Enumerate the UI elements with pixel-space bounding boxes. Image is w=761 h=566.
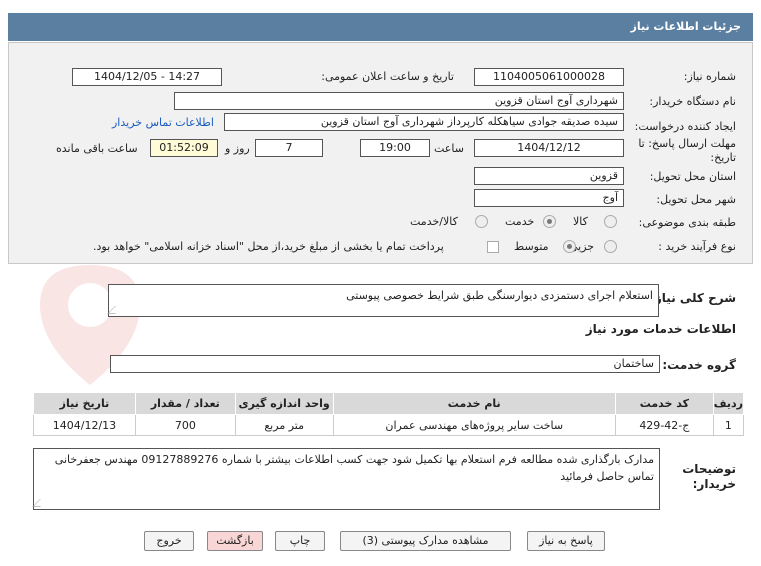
buyer-org-field[interactable]: شهرداری آوج استان قزوین — [174, 92, 624, 110]
category-service-label: خدمت — [505, 215, 535, 228]
treasury-note: پرداخت تمام یا بخشی از مبلغ خرید،از محل … — [93, 240, 444, 253]
deadline-time-field[interactable]: 19:00 — [360, 139, 430, 157]
cell-code: ج-42-429 — [614, 414, 714, 436]
notes-label-buyer: خریدار: — [692, 477, 736, 491]
announce-label: تاریخ و ساعت اعلان عمومی: — [321, 70, 454, 83]
time-label: ساعت — [434, 142, 464, 155]
deadline-label-date: تاریخ: — [710, 151, 736, 164]
province-label: استان محل تحویل: — [649, 170, 736, 183]
table-header-row: ردیف کد خدمت نام خدمت واحد اندازه گیری ت… — [33, 392, 745, 415]
page-title: جزئیات اطلاعات نیاز — [8, 13, 753, 41]
table-row[interactable]: 1 ج-42-429 ساخت سایر پروژه‌های مهندسی عم… — [33, 414, 745, 436]
category-label: طبقه بندی موضوعی: — [638, 216, 736, 229]
exit-button[interactable]: خروج — [144, 531, 194, 551]
category-goods-radio[interactable] — [604, 215, 617, 228]
days-field[interactable]: 7 — [255, 139, 323, 157]
announce-datetime-field[interactable]: 1404/12/05 - 14:27 — [72, 68, 222, 86]
summary-text: استعلام اجرای دستمزدی دیوارسنگی طبق شرای… — [346, 289, 653, 302]
resize-grip-icon[interactable] — [32, 499, 48, 507]
treasury-checkbox[interactable] — [487, 241, 499, 253]
days-label: روز و — [225, 142, 250, 155]
resize-grip-icon[interactable] — [107, 306, 123, 314]
city-field[interactable]: آوج — [474, 189, 624, 207]
category-both-radio[interactable] — [475, 215, 488, 228]
col-unit: واحد اندازه گیری — [234, 392, 334, 415]
deadline-date-field[interactable]: 1404/12/12 — [474, 139, 624, 157]
province-field[interactable]: قزوین — [474, 167, 624, 185]
process-label: نوع فرآیند خرید : — [658, 240, 736, 253]
process-minor-radio[interactable] — [604, 240, 617, 253]
creator-field[interactable]: سیده صدیقه جوادی سیاهکله کارپرداز شهردار… — [224, 113, 624, 131]
cell-unit: متر مربع — [234, 414, 334, 436]
view-attachments-button[interactable]: مشاهده مدارک پیوستی (3) — [340, 531, 511, 551]
summary-field[interactable]: استعلام اجرای دستمزدی دیوارسنگی طبق شرای… — [107, 284, 659, 317]
process-medium-radio[interactable] — [563, 240, 576, 253]
buyer-org-label: نام دستگاه خریدار: — [649, 95, 736, 108]
deadline-label: مهلت ارسال پاسخ: تا — [638, 137, 736, 150]
service-group-label: گروه خدمت: — [662, 358, 736, 372]
cell-row: 1 — [712, 414, 745, 436]
city-label: شهر محل تحویل: — [656, 193, 736, 206]
cell-date: 1404/12/13 — [33, 414, 136, 436]
category-goods-label: کالا — [573, 215, 588, 228]
col-code: کد خدمت — [614, 392, 714, 415]
cell-qty: 700 — [134, 414, 236, 436]
notes-text: مدارک بارگذاری شده مطالعه فرم استعلام به… — [54, 453, 654, 483]
col-qty: تعداد / مقدار — [134, 392, 236, 415]
remaining-time-field: 01:52:09 — [150, 139, 218, 157]
category-service-radio[interactable] — [543, 215, 556, 228]
need-number-label: شماره نیاز: — [683, 70, 736, 83]
notes-field[interactable]: مدارک بارگذاری شده مطالعه فرم استعلام به… — [32, 448, 660, 510]
services-section-title: اطلاعات خدمات مورد نیاز — [585, 322, 736, 336]
category-both-label: کالا/خدمت — [410, 215, 458, 228]
page-header: جزئیات اطلاعات نیاز — [0, 0, 761, 42]
need-number-field[interactable]: 1104005061000028 — [474, 68, 624, 86]
process-medium-label: متوسط — [514, 240, 549, 253]
creator-label: ایجاد کننده درخواست: — [634, 120, 736, 133]
cell-name: ساخت سایر پروژه‌های مهندسی عمران — [332, 414, 616, 436]
summary-label: شرح کلی نیاز: — [650, 291, 736, 305]
col-name: نام خدمت — [332, 392, 616, 415]
col-date: تاریخ نیاز — [33, 392, 136, 415]
services-table: ردیف کد خدمت نام خدمت واحد اندازه گیری ت… — [33, 392, 745, 436]
reply-button[interactable]: پاسخ به نیاز — [527, 531, 605, 551]
print-button[interactable]: چاپ — [275, 531, 325, 551]
service-group-field[interactable]: ساختمان — [110, 355, 660, 373]
contact-buyer-link[interactable]: اطلاعات تماس خریدار — [112, 116, 214, 129]
remaining-label: ساعت باقی مانده — [56, 142, 138, 155]
back-button[interactable]: بازگشت — [207, 531, 263, 551]
notes-label: توضیحات — [682, 462, 736, 476]
col-row: ردیف — [712, 392, 745, 415]
